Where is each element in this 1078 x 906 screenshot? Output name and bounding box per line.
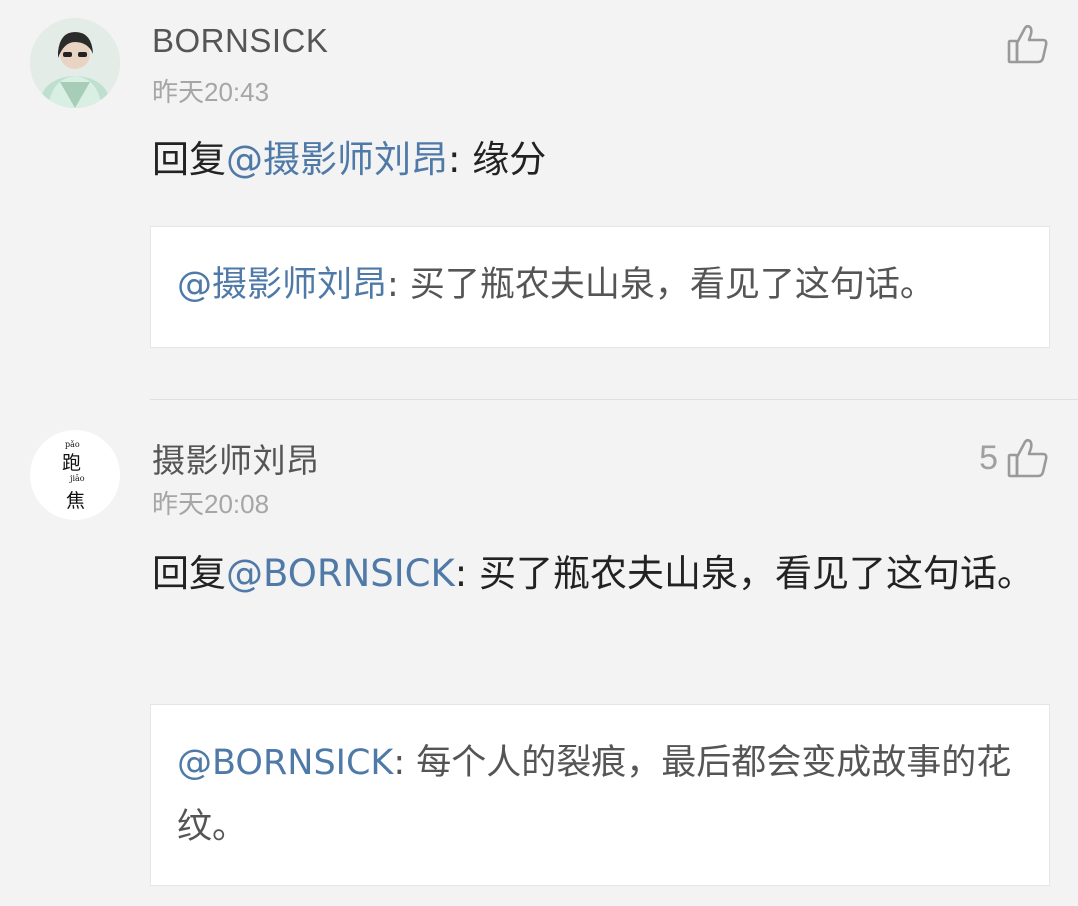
username[interactable]: BORNSICK xyxy=(152,22,328,60)
avatar-char-bottom: 焦 xyxy=(66,490,86,512)
comment-item: pǎo 跑 jiāo 焦 摄影师刘昂 昨天20:08 5 回复@BORNSICK… xyxy=(0,400,1078,906)
reply-prefix: 回复 xyxy=(152,138,226,181)
timestamp: 昨天20:08 xyxy=(152,489,270,519)
avatar[interactable]: pǎo 跑 jiāo 焦 xyxy=(30,430,120,520)
reply-prefix: 回复 xyxy=(152,552,226,595)
like-button[interactable] xyxy=(998,22,1050,66)
mention-link[interactable]: @BORNSICK xyxy=(177,743,393,783)
reply-body: : 买了瓶农夫山泉，看见了这句话。 xyxy=(454,552,1034,595)
like-button[interactable]: 5 xyxy=(979,436,1050,480)
reply-body: : 缘分 xyxy=(448,138,547,181)
like-count: 5 xyxy=(979,438,998,477)
avatar-pinyin-bottom: jiāo xyxy=(70,474,85,483)
avatar-image xyxy=(30,18,120,108)
thumbs-up-icon xyxy=(1006,22,1050,66)
avatar[interactable] xyxy=(30,18,120,108)
quoted-comment[interactable]: @BORNSICK: 每个人的裂痕，最后都会变成故事的花纹。 xyxy=(150,704,1050,886)
mention-link[interactable]: @摄影师刘昂 xyxy=(177,265,387,305)
avatar-char-top: 跑 xyxy=(62,452,82,474)
timestamp: 昨天20:43 xyxy=(152,77,270,107)
quote-body: : 买了瓶农夫山泉，看见了这句话。 xyxy=(387,265,935,305)
comment-item: BORNSICK 昨天20:43 回复@摄影师刘昂: 缘分 @摄影师刘昂: 买了… xyxy=(0,0,1078,400)
mention-link[interactable]: @摄影师刘昂 xyxy=(226,138,448,181)
mention-link[interactable]: @BORNSICK xyxy=(226,552,455,595)
reply-text: 回复@摄影师刘昂: 缘分 xyxy=(152,128,1048,192)
username[interactable]: 摄影师刘昂 xyxy=(152,434,320,482)
thumbs-up-icon xyxy=(1006,436,1050,480)
quoted-comment[interactable]: @摄影师刘昂: 买了瓶农夫山泉，看见了这句话。 xyxy=(150,226,1050,348)
reply-text: 回复@BORNSICK: 买了瓶农夫山泉，看见了这句话。 xyxy=(152,542,1048,606)
